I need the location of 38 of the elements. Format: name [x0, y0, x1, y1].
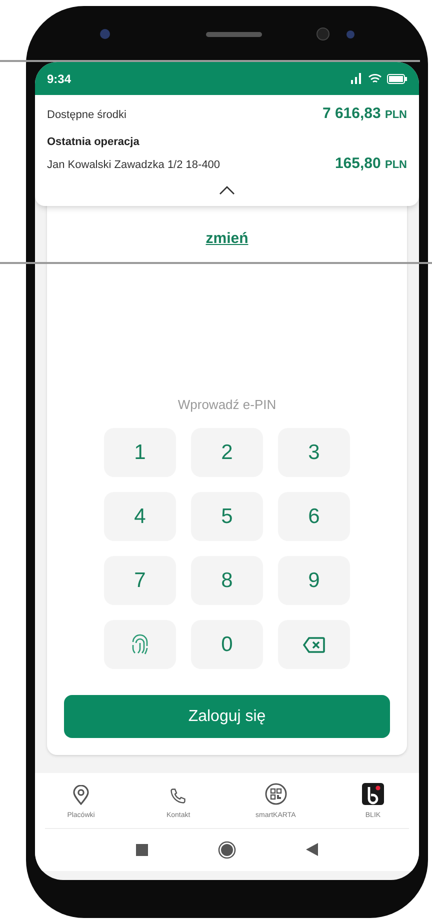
keypad-key[interactable]: 6	[278, 492, 350, 541]
available-funds-amount: 7 616,83 PLN	[322, 104, 407, 124]
qr-code-icon	[264, 783, 287, 805]
keypad-key[interactable]: 3	[278, 428, 350, 477]
back-icon[interactable]	[306, 843, 318, 856]
change-link[interactable]: zmień	[206, 228, 248, 250]
signal-icon	[349, 73, 363, 84]
last-operation-label: Ostatnia operacja	[47, 134, 140, 150]
keypad-key[interactable]: 5	[191, 492, 263, 541]
location-pin-icon	[72, 785, 90, 805]
backspace-icon	[303, 636, 325, 652]
last-operation-description: Jan Kowalski Zawadzka 1/2 18-400	[47, 158, 220, 173]
sensor-icon	[346, 30, 355, 38]
keypad-key[interactable]: 0	[191, 620, 263, 669]
keypad-key[interactable]: 1	[104, 428, 176, 477]
keypad-key[interactable]: 7	[104, 556, 176, 605]
fingerprint-icon	[130, 634, 150, 656]
battery-icon	[387, 74, 407, 84]
backspace-button[interactable]	[278, 620, 350, 669]
blik-logo-icon	[362, 783, 384, 805]
home-icon[interactable]	[218, 840, 236, 858]
login-button[interactable]: Zaloguj się	[64, 695, 390, 738]
keypad-key[interactable]: 2	[191, 428, 263, 477]
pin-prompt: Wprowadź e-PIN	[178, 396, 276, 414]
status-time: 9:34	[47, 70, 72, 88]
camera-icon	[316, 27, 330, 41]
keypad-key[interactable]: 4	[104, 492, 176, 541]
available-funds-label: Dostępne środki	[47, 108, 126, 123]
chevron-icon	[219, 186, 235, 195]
phone-icon	[169, 787, 188, 805]
keypad-key[interactable]: 8	[191, 556, 263, 605]
speaker-grille	[206, 32, 262, 36]
camera-icon	[99, 28, 111, 40]
recents-icon[interactable]	[136, 844, 148, 856]
wifi-icon	[368, 73, 382, 84]
last-operation-amount: 165,80 PLN	[334, 154, 407, 174]
fingerprint-button[interactable]	[104, 620, 176, 669]
keypad-key[interactable]: 9	[278, 556, 350, 605]
